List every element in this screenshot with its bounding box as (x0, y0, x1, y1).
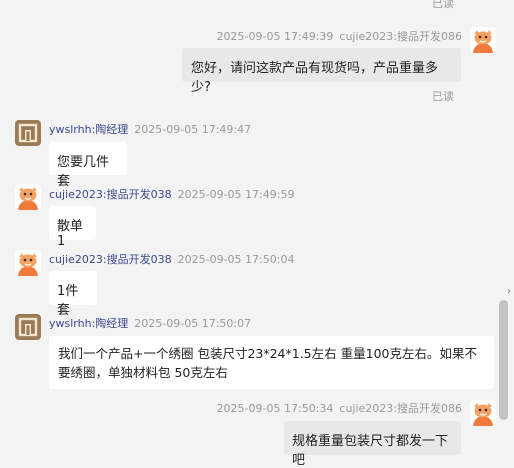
buyer-avatar-icon[interactable] (15, 250, 41, 276)
sender-name[interactable]: cujie2023:搜品开发086 (339, 30, 462, 43)
message-time: 2025-09-05 17:49:47 (134, 123, 252, 136)
message-bubble[interactable]: 您好，请问这款产品有现货吗，产品重量多少? (182, 48, 461, 95)
message-meta: ywslrhh:陶经理 2025-09-05 17:49:47 (49, 121, 251, 137)
message-meta: 2025-09-05 17:49:39 cujie2023:搜品开发086 (217, 28, 462, 44)
buyer-avatar-icon[interactable] (15, 184, 41, 210)
message-time: 2025-09-05 17:50:04 (177, 253, 295, 266)
message-time: 2025-09-05 17:49:59 (177, 188, 295, 201)
sender-name[interactable]: cujie2023:搜品开发086 (339, 402, 462, 415)
message-time: 2025-09-05 17:50:07 (134, 317, 252, 330)
message-bubble[interactable]: 规格重量包装尺寸都发一下吧 (284, 421, 461, 468)
sender-name[interactable]: cujie2023:搜品开发038 (49, 188, 172, 201)
buyer-avatar-icon[interactable] (470, 27, 496, 53)
read-status: 已读 (432, 90, 454, 103)
chat-panel: 已读 2025-09-05 17:49:39 cujie2023:搜品开发086 … (0, 0, 514, 468)
message-meta: ywslrhh:陶经理 2025-09-05 17:50:07 (49, 315, 251, 331)
seller-avatar-icon[interactable] (15, 314, 41, 340)
message-bubble[interactable]: 1件套 (49, 271, 97, 318)
chevron-right-icon[interactable]: › (507, 286, 511, 297)
sender-name[interactable]: cujie2023:搜品开发038 (49, 253, 172, 266)
message-time: 2025-09-05 17:49:39 (216, 30, 334, 43)
read-status: 已读 (432, 0, 454, 10)
message-meta: 2025-09-05 17:50:34 cujie2023:搜品开发086 (217, 400, 462, 416)
seller-avatar-icon[interactable] (15, 120, 41, 146)
scrollbar[interactable] (499, 300, 508, 420)
sender-name[interactable]: ywslrhh:陶经理 (49, 317, 128, 330)
buyer-avatar-icon[interactable] (470, 400, 496, 426)
message-bubble[interactable]: 散单1 (49, 206, 96, 249)
message-time: 2025-09-05 17:50:34 (216, 402, 334, 415)
message-meta: cujie2023:搜品开发038 2025-09-05 17:50:04 (49, 251, 294, 267)
message-bubble[interactable]: 您要几件套 (49, 142, 127, 189)
message-meta: cujie2023:搜品开发038 2025-09-05 17:49:59 (49, 186, 294, 202)
sender-name[interactable]: ywslrhh:陶经理 (49, 123, 128, 136)
message-bubble[interactable]: 我们一个产品+一个绣圈 包装尺寸23*24*1.5左右 重量100克左右。如果不… (49, 336, 494, 389)
